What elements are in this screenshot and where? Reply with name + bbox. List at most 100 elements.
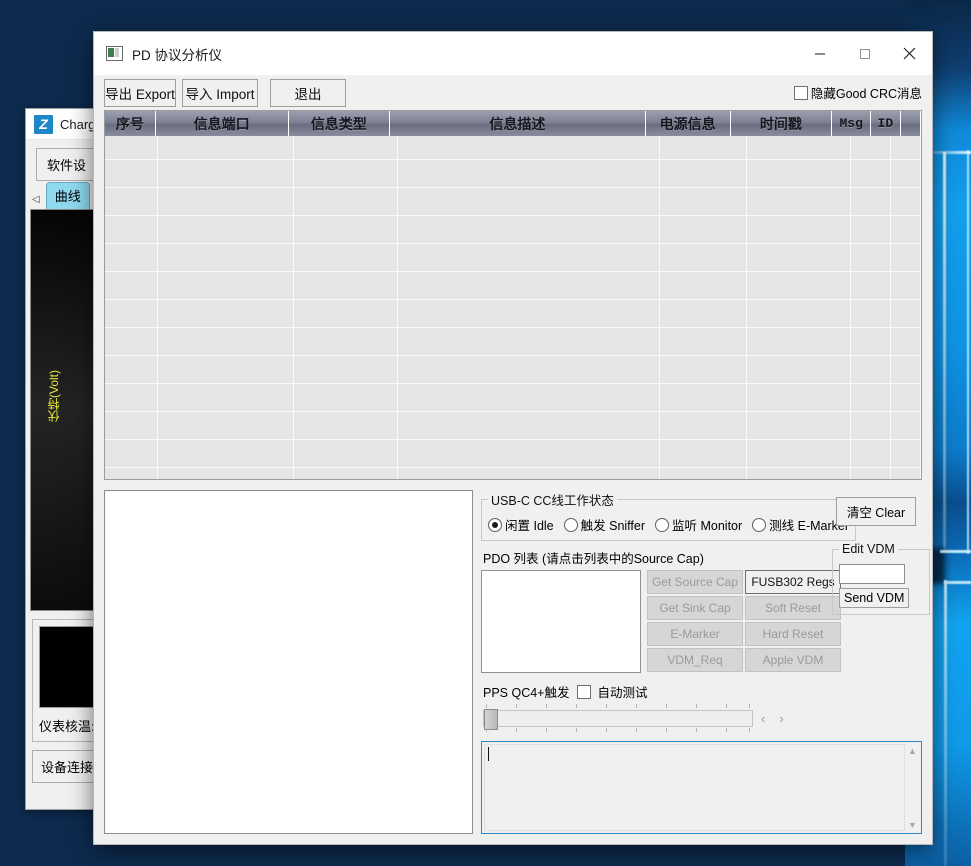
pd-lower-region: USB-C CC线工作状态 闲置 Idle 触发 Sniffer bbox=[104, 490, 922, 834]
pps-label: PPS QC4+触发 bbox=[483, 682, 570, 701]
cc-mode-radio-group: 闲置 Idle 触发 Sniffer 监听 Monitor bbox=[488, 513, 849, 534]
vdm-input[interactable] bbox=[839, 564, 905, 584]
tab-scroll-left-icon[interactable]: ◁ bbox=[32, 194, 44, 209]
table-gridline bbox=[105, 383, 921, 384]
console-textarea[interactable]: ▲ ▼ bbox=[481, 741, 922, 834]
chevron-left-icon[interactable]: ‹ bbox=[761, 711, 765, 726]
column-header-id[interactable]: ID bbox=[871, 111, 900, 136]
column-header-msg[interactable]: Msg bbox=[832, 111, 871, 136]
slider-tick bbox=[516, 728, 517, 732]
pd-analyzer-window[interactable]: PD 协议分析仪 导出 Export 导入 Import 退出 隐藏Good C… bbox=[93, 31, 933, 845]
console-scrollbar[interactable]: ▲ ▼ bbox=[905, 743, 920, 832]
column-header-port[interactable]: 信息端口 bbox=[156, 111, 289, 136]
pd-window-title: PD 协议分析仪 bbox=[132, 44, 797, 64]
column-header-power[interactable]: 电源信息 bbox=[646, 111, 731, 136]
radio-button-icon bbox=[655, 518, 669, 532]
slider-tick bbox=[749, 704, 750, 708]
scroll-down-icon[interactable]: ▼ bbox=[905, 817, 920, 832]
radio-idle-label: 闲置 Idle bbox=[505, 515, 554, 534]
tab-curve[interactable]: 曲线 bbox=[46, 182, 90, 209]
hide-good-crc-label: 隐藏Good CRC消息 bbox=[811, 83, 922, 102]
slider-tick bbox=[546, 728, 547, 732]
column-header-timestamp[interactable]: 时间戳 bbox=[731, 111, 833, 136]
soft-reset-button[interactable]: Soft Reset bbox=[745, 596, 841, 620]
maximize-icon[interactable] bbox=[842, 32, 887, 75]
vdm-req-button[interactable]: VDM_Req bbox=[647, 648, 743, 672]
slider-tick bbox=[636, 728, 637, 732]
slider-tick bbox=[749, 728, 750, 732]
radio-sniffer[interactable]: 触发 Sniffer bbox=[564, 515, 645, 534]
radio-button-icon bbox=[488, 518, 502, 532]
pdo-button-grid: Get Source Cap FUSB302 Regs Get Sink Cap… bbox=[647, 570, 841, 673]
pd-toolbar: 导出 Export 导入 Import 退出 隐藏Good CRC消息 bbox=[94, 75, 932, 110]
table-gridline bbox=[105, 411, 921, 412]
pdo-list[interactable] bbox=[481, 570, 641, 673]
pd-right-column: USB-C CC线工作状态 闲置 Idle 触发 Sniffer bbox=[481, 490, 922, 834]
radio-button-icon bbox=[752, 518, 766, 532]
column-header-desc[interactable]: 信息描述 bbox=[390, 111, 646, 136]
slider-tick bbox=[636, 704, 637, 708]
slider-tick bbox=[696, 704, 697, 708]
slider-track[interactable] bbox=[483, 710, 753, 727]
text-cursor bbox=[488, 747, 489, 761]
column-header-seq[interactable]: 序号 bbox=[105, 111, 156, 136]
column-header-spacer[interactable] bbox=[901, 111, 922, 136]
wallpaper-streak bbox=[944, 581, 971, 584]
slider-row: ‹ › bbox=[483, 704, 824, 732]
wallpaper-streak bbox=[940, 550, 971, 553]
pd-window-titlebar[interactable]: PD 协议分析仪 bbox=[94, 32, 932, 75]
slider-tick bbox=[546, 704, 547, 708]
message-table[interactable]: 序号 信息端口 信息类型 信息描述 电源信息 时间戳 Msg ID bbox=[104, 110, 922, 480]
close-icon[interactable] bbox=[887, 32, 932, 75]
fusb302-regs-button[interactable]: FUSB302 Regs bbox=[745, 570, 841, 594]
edit-vdm-group: Edit VDM Send VDM bbox=[832, 542, 930, 615]
table-gridline bbox=[105, 187, 921, 188]
slider-thumb[interactable] bbox=[484, 709, 498, 730]
slider-tick bbox=[726, 728, 727, 732]
table-gridline bbox=[105, 327, 921, 328]
pd-controls: USB-C CC线工作状态 闲置 Idle 触发 Sniffer bbox=[481, 490, 824, 732]
table-gridline bbox=[105, 243, 921, 244]
auto-test-checkbox[interactable] bbox=[577, 685, 591, 699]
slider-tick bbox=[666, 704, 667, 708]
message-table-body[interactable] bbox=[105, 136, 921, 479]
detail-panel[interactable] bbox=[104, 490, 473, 834]
scroll-up-icon[interactable]: ▲ bbox=[905, 743, 920, 758]
console-text[interactable] bbox=[484, 744, 905, 831]
table-gridline bbox=[105, 355, 921, 356]
slider-tick bbox=[486, 728, 487, 732]
pps-slider[interactable] bbox=[483, 704, 753, 732]
table-gridline bbox=[105, 215, 921, 216]
slider-tick bbox=[606, 704, 607, 708]
chevron-right-icon[interactable]: › bbox=[779, 711, 783, 726]
slider-tick bbox=[576, 704, 577, 708]
get-sink-cap-button[interactable]: Get Sink Cap bbox=[647, 596, 743, 620]
hard-reset-button[interactable]: Hard Reset bbox=[745, 622, 841, 646]
edit-vdm-legend: Edit VDM bbox=[839, 542, 898, 556]
radio-monitor[interactable]: 监听 Monitor bbox=[655, 515, 742, 534]
table-gridline bbox=[105, 271, 921, 272]
minimize-icon[interactable] bbox=[797, 32, 842, 75]
hide-good-crc-checkbox[interactable]: 隐藏Good CRC消息 bbox=[794, 83, 922, 102]
pdo-list-label: PDO 列表 (请点击列表中的Source Cap) bbox=[483, 548, 824, 567]
table-gridline bbox=[105, 439, 921, 440]
exit-button[interactable]: 退出 bbox=[270, 79, 346, 107]
slider-spin-buttons: ‹ › bbox=[761, 711, 784, 726]
cc-status-group: USB-C CC线工作状态 闲置 Idle 触发 Sniffer bbox=[481, 490, 856, 541]
get-source-cap-button[interactable]: Get Source Cap bbox=[647, 570, 743, 594]
pdo-area: Get Source Cap FUSB302 Regs Get Sink Cap… bbox=[481, 570, 824, 673]
send-vdm-button[interactable]: Send VDM bbox=[839, 588, 909, 608]
radio-idle[interactable]: 闲置 Idle bbox=[488, 515, 554, 534]
e-marker-button[interactable]: E-Marker bbox=[647, 622, 743, 646]
import-button[interactable]: 导入 Import bbox=[182, 79, 258, 107]
radio-sniffer-label: 触发 Sniffer bbox=[581, 515, 645, 534]
clear-button[interactable]: 清空 Clear bbox=[836, 497, 916, 526]
pd-controls-row: USB-C CC线工作状态 闲置 Idle 触发 Sniffer bbox=[481, 490, 922, 732]
radio-monitor-label: 监听 Monitor bbox=[672, 515, 742, 534]
pps-row: PPS QC4+触发 自动测试 bbox=[483, 682, 824, 701]
slider-tick bbox=[516, 704, 517, 708]
export-button[interactable]: 导出 Export bbox=[104, 79, 176, 107]
column-header-type[interactable]: 信息类型 bbox=[289, 111, 391, 136]
apple-vdm-button[interactable]: Apple VDM bbox=[745, 648, 841, 672]
auto-test-label: 自动测试 bbox=[598, 682, 648, 701]
